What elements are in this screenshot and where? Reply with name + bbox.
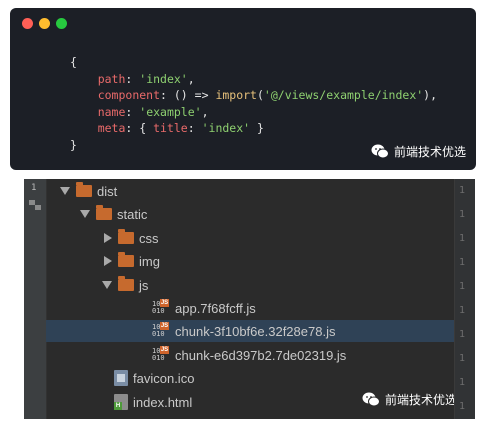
js-file-icon: 10 010 JS (152, 299, 169, 315)
code-snippet-card: { path: 'index', component: () => import… (10, 8, 476, 170)
expand-arrow-icon[interactable] (80, 210, 90, 218)
folder-icon (76, 182, 92, 197)
js-file-icon: 10 010 JS (152, 322, 169, 338)
close-window-dot[interactable] (22, 18, 33, 29)
tree-item-label: chunk-3f10bf6e.32f28e78.js (175, 323, 336, 339)
tree-item-label: favicon.ico (133, 370, 195, 386)
gutter-line-number: 1 (459, 377, 466, 388)
gutter-line-number: 1 (459, 185, 466, 196)
code-block: { path: 'index', component: () => import… (70, 55, 438, 152)
code-name-value: 'example' (139, 104, 202, 119)
folder-icon (118, 252, 134, 267)
js-badge: JS (160, 346, 169, 354)
project-tree-panel: 1 dist static css img js 10010JS app.7 (24, 179, 475, 419)
code-import-fn: import (215, 88, 257, 102)
gutter-line-number: 1 (459, 281, 466, 292)
code-arrow: () => (173, 88, 209, 102)
folder-icon (118, 276, 134, 291)
tree-item-css[interactable]: css (46, 227, 454, 249)
js-badge: JS (160, 322, 169, 330)
watermark-text: 前端技术优选 (384, 393, 457, 407)
gutter-line-number: 1 (459, 209, 466, 220)
expand-arrow-icon[interactable] (60, 187, 70, 195)
collapse-arrow-icon[interactable] (104, 256, 112, 266)
code-name-key: name (97, 104, 126, 119)
code-meta-key: meta (97, 121, 126, 135)
js-file-icon: 10 010 JS (152, 346, 169, 362)
code-path-key: path (97, 71, 126, 86)
watermark: 前端技术优选 (362, 391, 457, 408)
code-path-value: 'index' (139, 71, 188, 86)
tree-item-label: css (139, 230, 159, 246)
gutter-line-number: 1 (459, 401, 466, 412)
code-open-brace: { (70, 55, 77, 69)
code-title-key: title (153, 121, 188, 135)
folder-icon (96, 205, 112, 220)
tree-item-label: img (139, 253, 160, 269)
tree-item-js[interactable]: js (46, 274, 454, 296)
tree-item-favicon[interactable]: favicon.ico (46, 367, 454, 389)
minimize-window-dot[interactable] (39, 18, 50, 29)
code-component-key: component (97, 88, 161, 102)
gutter-line-number: 1 (459, 233, 466, 244)
tree-item-label: app.7f68fcff.js (175, 300, 256, 316)
tool-window-strip: 1 (24, 179, 47, 419)
tree-item-label: js (139, 277, 149, 293)
html-file-icon (114, 394, 128, 410)
tree-item-label: dist (97, 183, 118, 199)
gutter-line-number: 1 (459, 305, 466, 316)
collapse-arrow-icon[interactable] (104, 233, 112, 243)
tree-item-dist[interactable]: dist (46, 180, 454, 202)
gutter-line-number: 1 (459, 353, 466, 364)
gutter-line-number: 1 (459, 257, 466, 268)
code-import-path: '@/views/example/index' (263, 88, 424, 102)
gutter-line-number: 1 (459, 329, 466, 340)
watermark: 前端技术优选 (371, 143, 466, 160)
maximize-window-dot[interactable] (56, 18, 67, 29)
tree-item-label: chunk-e6d397b2.7de02319.js (175, 347, 347, 363)
window-controls (22, 18, 67, 29)
tree-item-static[interactable]: static (46, 203, 454, 225)
expand-arrow-icon[interactable] (102, 281, 112, 289)
wechat-icon (371, 144, 389, 159)
tool-window-number: 1 (31, 183, 37, 193)
editor-gutter: 1 1 1 1 1 1 1 1 1 1 (454, 179, 475, 419)
code-close-brace: } (70, 137, 77, 152)
js-badge: JS (160, 299, 169, 307)
tree-item-app-js[interactable]: 10 010 JS app.7f68fcff.js (46, 297, 454, 319)
watermark-text: 前端技术优选 (393, 145, 466, 159)
tree-item-chunk-3f10bf6e[interactable]: 10 010 JS chunk-3f10bf6e.32f28e78.js (46, 320, 454, 342)
tree-item-label: static (117, 206, 148, 222)
tree-item-img[interactable]: img (46, 250, 454, 272)
tree-item-chunk-e6d397b2[interactable]: 10 010 JS chunk-e6d397b2.7de02319.js (46, 344, 454, 366)
image-file-icon (114, 370, 128, 386)
wechat-icon (362, 392, 380, 407)
code-title-value: 'index' (201, 121, 251, 135)
project-structure-icon[interactable] (29, 199, 41, 211)
folder-icon (118, 229, 134, 244)
tree-item-label: index.html (133, 394, 193, 410)
